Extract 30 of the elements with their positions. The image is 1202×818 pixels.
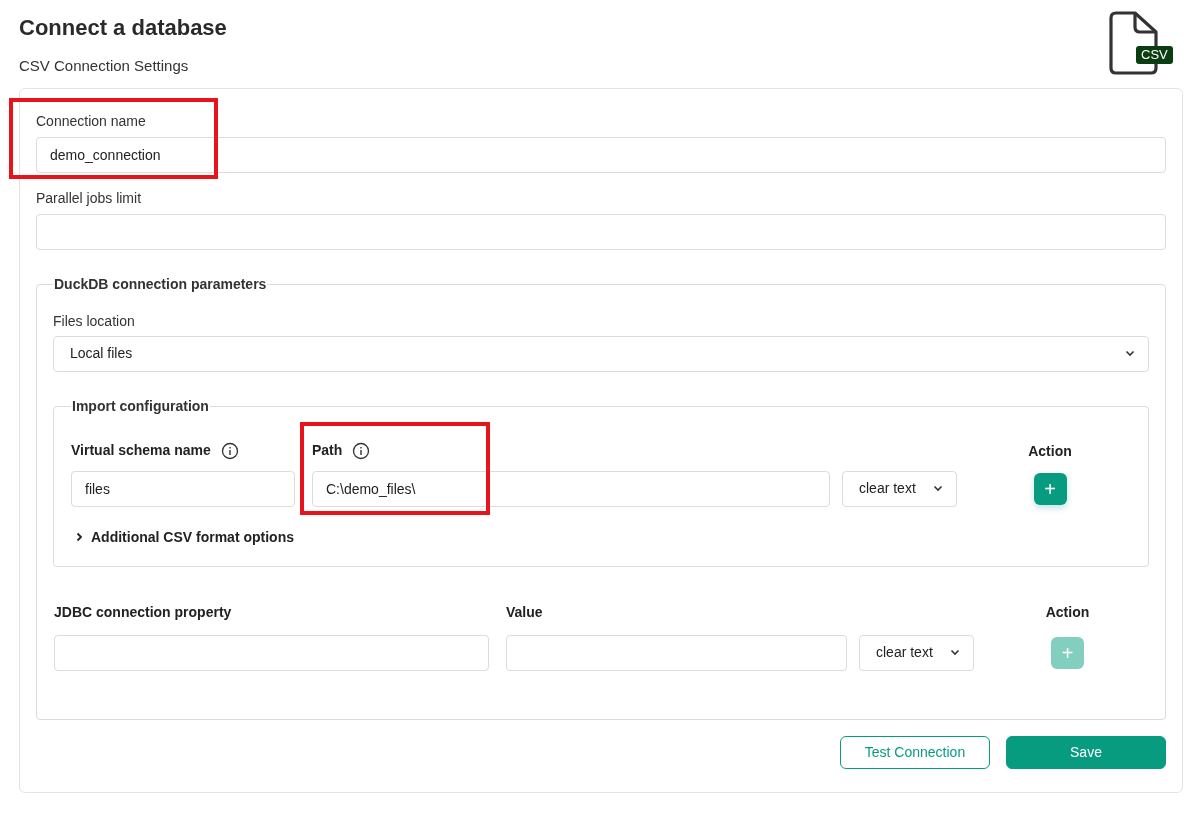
text-field[interactable]: demo_connection — [36, 136, 1166, 173]
field-label: Parallel jobs limit — [36, 188, 143, 208]
column-header: Value — [506, 602, 544, 622]
field-label: Files location — [53, 311, 136, 331]
text-field[interactable] — [506, 634, 847, 671]
field-label: Connection name — [36, 111, 147, 131]
select-field[interactable]: clear text — [859, 634, 974, 671]
page-subtitle: CSV Connection Settings — [19, 56, 190, 76]
column-header: Action — [1045, 602, 1090, 622]
select-field[interactable]: clear text — [842, 470, 957, 507]
info-icon[interactable] — [352, 441, 371, 460]
text-field[interactable]: C:\demo_files\ — [312, 470, 830, 507]
column-header: JDBC connection property — [54, 602, 233, 622]
panel-legend: DuckDB connection parameters — [53, 273, 268, 295]
chevron-right-icon — [76, 532, 83, 542]
chevron-down-icon — [933, 485, 943, 492]
chevron-down-icon — [950, 649, 960, 656]
info-icon[interactable] — [220, 441, 239, 460]
text-field[interactable]: files — [71, 470, 295, 507]
panel-legend: Import configuration — [71, 395, 210, 417]
chevron-down-icon — [1125, 350, 1135, 357]
page-title: Connect a database — [19, 14, 227, 42]
test-connection-button[interactable]: Test Connection — [840, 735, 990, 769]
select-field[interactable]: Local files — [53, 335, 1149, 372]
text-field[interactable] — [36, 213, 1166, 250]
column-header: Path — [312, 441, 343, 460]
text-field[interactable] — [54, 634, 489, 671]
column-header: Action — [1028, 441, 1072, 461]
column-header: Virtual schema name — [71, 441, 211, 460]
options-toggle[interactable]: Additional CSV format options — [76, 526, 294, 548]
